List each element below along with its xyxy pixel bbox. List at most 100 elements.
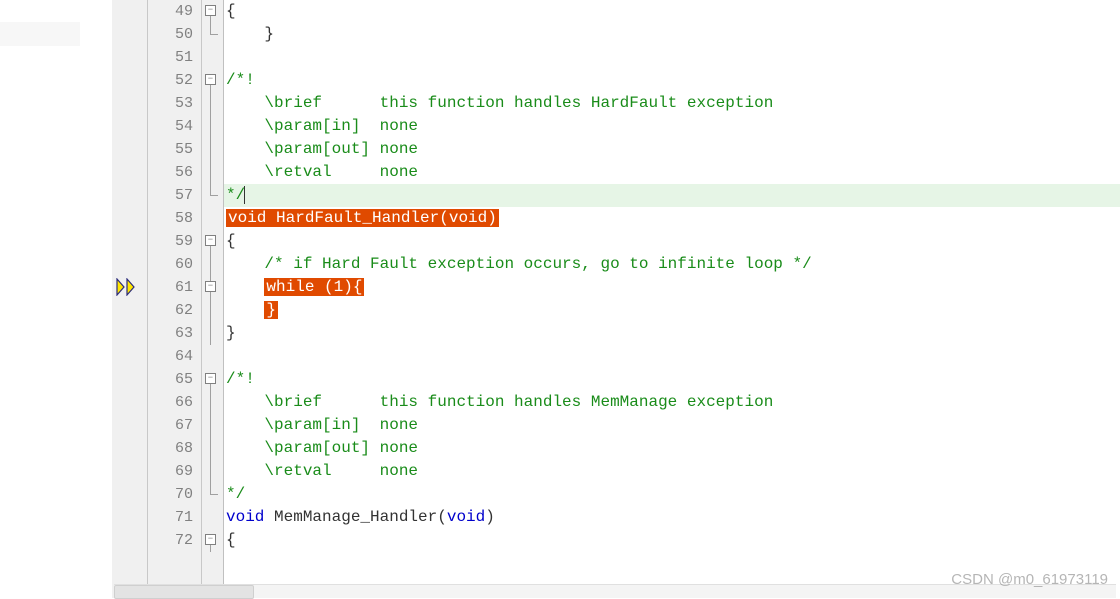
code-token <box>226 278 264 296</box>
fold-cell[interactable]: − <box>202 0 223 23</box>
code-token: \param[in] none <box>226 416 418 434</box>
breakpoint-cell[interactable] <box>112 506 147 529</box>
line-number: 57 <box>148 184 193 207</box>
code-line[interactable]: /* if Hard Fault exception occurs, go to… <box>224 253 1120 276</box>
code-line[interactable]: { <box>224 230 1120 253</box>
code-line[interactable]: /*! <box>224 69 1120 92</box>
code-line[interactable]: { <box>224 529 1120 552</box>
fold-cell[interactable] <box>202 138 223 161</box>
breakpoint-cell[interactable] <box>112 184 147 207</box>
breakpoint-column[interactable] <box>112 0 148 598</box>
breakpoint-cell[interactable] <box>112 414 147 437</box>
code-line[interactable] <box>224 46 1120 69</box>
breakpoint-cell[interactable] <box>112 368 147 391</box>
breakpoint-cell[interactable] <box>112 230 147 253</box>
code-line[interactable]: \brief this function handles MemManage e… <box>224 391 1120 414</box>
code-line[interactable]: \param[out] none <box>224 437 1120 460</box>
fold-cell[interactable] <box>202 92 223 115</box>
fold-cell[interactable] <box>202 483 223 506</box>
code-line[interactable]: } <box>224 299 1120 322</box>
code-line[interactable]: \brief this function handles HardFault e… <box>224 92 1120 115</box>
breakpoint-cell[interactable] <box>112 322 147 345</box>
breakpoint-cell[interactable] <box>112 207 147 230</box>
breakpoint-cell[interactable] <box>112 483 147 506</box>
code-line[interactable]: */ <box>224 483 1120 506</box>
code-line[interactable] <box>224 345 1120 368</box>
fold-cell[interactable] <box>202 115 223 138</box>
breakpoint-cell[interactable] <box>112 161 147 184</box>
fold-cell[interactable]: − <box>202 529 223 552</box>
scrollbar-thumb[interactable] <box>114 585 254 599</box>
code-line[interactable]: void MemManage_Handler(void) <box>224 506 1120 529</box>
code-line[interactable]: while (1){ <box>224 276 1120 299</box>
code-token: \brief this function handles MemManage e… <box>226 393 773 411</box>
code-token: \retval none <box>226 163 418 181</box>
fold-toggle-icon[interactable]: − <box>205 281 216 292</box>
code-line[interactable]: } <box>224 322 1120 345</box>
fold-cell[interactable] <box>202 345 223 368</box>
fold-cell[interactable]: − <box>202 276 223 299</box>
fold-cell[interactable] <box>202 207 223 230</box>
code-line[interactable]: */ <box>224 184 1120 207</box>
breakpoint-cell[interactable] <box>112 69 147 92</box>
code-line[interactable]: \retval none <box>224 161 1120 184</box>
breakpoint-cell[interactable] <box>112 23 147 46</box>
breakpoint-cell[interactable] <box>112 253 147 276</box>
line-number: 67 <box>148 414 193 437</box>
fold-cell[interactable] <box>202 23 223 46</box>
code-token: \param[out] none <box>226 439 418 457</box>
breakpoint-cell[interactable] <box>112 437 147 460</box>
breakpoint-cell[interactable] <box>112 460 147 483</box>
breakpoint-cell[interactable] <box>112 0 147 23</box>
code-line[interactable]: \param[in] none <box>224 115 1120 138</box>
fold-column[interactable]: − − − − − − <box>202 0 224 598</box>
fold-cell[interactable] <box>202 414 223 437</box>
fold-toggle-icon[interactable]: − <box>205 5 216 16</box>
fold-cell[interactable] <box>202 299 223 322</box>
code-line[interactable]: \retval none <box>224 460 1120 483</box>
line-number: 56 <box>148 161 193 184</box>
code-line[interactable]: \param[in] none <box>224 414 1120 437</box>
highlighted-code: void HardFault_Handler(void) <box>226 209 499 227</box>
code-token: \retval none <box>226 462 418 480</box>
line-number: 58 <box>148 207 193 230</box>
fold-toggle-icon[interactable]: − <box>205 235 216 246</box>
code-line[interactable]: /*! <box>224 368 1120 391</box>
highlighted-code: while (1){ <box>264 278 364 296</box>
code-area[interactable]: { } /*! \brief this function handles Hard… <box>224 0 1120 598</box>
code-line[interactable]: { <box>224 0 1120 23</box>
code-token: } <box>226 25 274 43</box>
breakpoint-cell[interactable] <box>112 529 147 552</box>
fold-cell[interactable] <box>202 391 223 414</box>
line-number: 54 <box>148 115 193 138</box>
fold-toggle-icon[interactable]: − <box>205 534 216 545</box>
fold-cell[interactable]: − <box>202 368 223 391</box>
fold-cell[interactable] <box>202 322 223 345</box>
fold-cell[interactable]: − <box>202 230 223 253</box>
fold-cell[interactable]: − <box>202 69 223 92</box>
code-token: void <box>226 508 264 526</box>
code-line[interactable]: void HardFault_Handler(void) <box>224 207 1120 230</box>
breakpoint-cell[interactable] <box>112 138 147 161</box>
fold-toggle-icon[interactable]: − <box>205 373 216 384</box>
breakpoint-cell[interactable] <box>112 46 147 69</box>
breakpoint-cell[interactable] <box>112 391 147 414</box>
fold-cell[interactable] <box>202 437 223 460</box>
breakpoint-cell[interactable] <box>112 276 147 299</box>
code-token: \param[in] none <box>226 117 418 135</box>
line-number: 70 <box>148 483 193 506</box>
fold-cell[interactable] <box>202 253 223 276</box>
breakpoint-cell[interactable] <box>112 299 147 322</box>
fold-cell[interactable] <box>202 506 223 529</box>
breakpoint-cell[interactable] <box>112 345 147 368</box>
breakpoint-cell[interactable] <box>112 92 147 115</box>
fold-toggle-icon[interactable]: − <box>205 74 216 85</box>
fold-cell[interactable] <box>202 46 223 69</box>
code-editor[interactable]: 4950515253545556575859606162636465666768… <box>0 0 1120 598</box>
code-line[interactable]: \param[out] none <box>224 138 1120 161</box>
code-line[interactable]: } <box>224 23 1120 46</box>
fold-cell[interactable] <box>202 460 223 483</box>
fold-cell[interactable] <box>202 184 223 207</box>
fold-cell[interactable] <box>202 161 223 184</box>
breakpoint-cell[interactable] <box>112 115 147 138</box>
